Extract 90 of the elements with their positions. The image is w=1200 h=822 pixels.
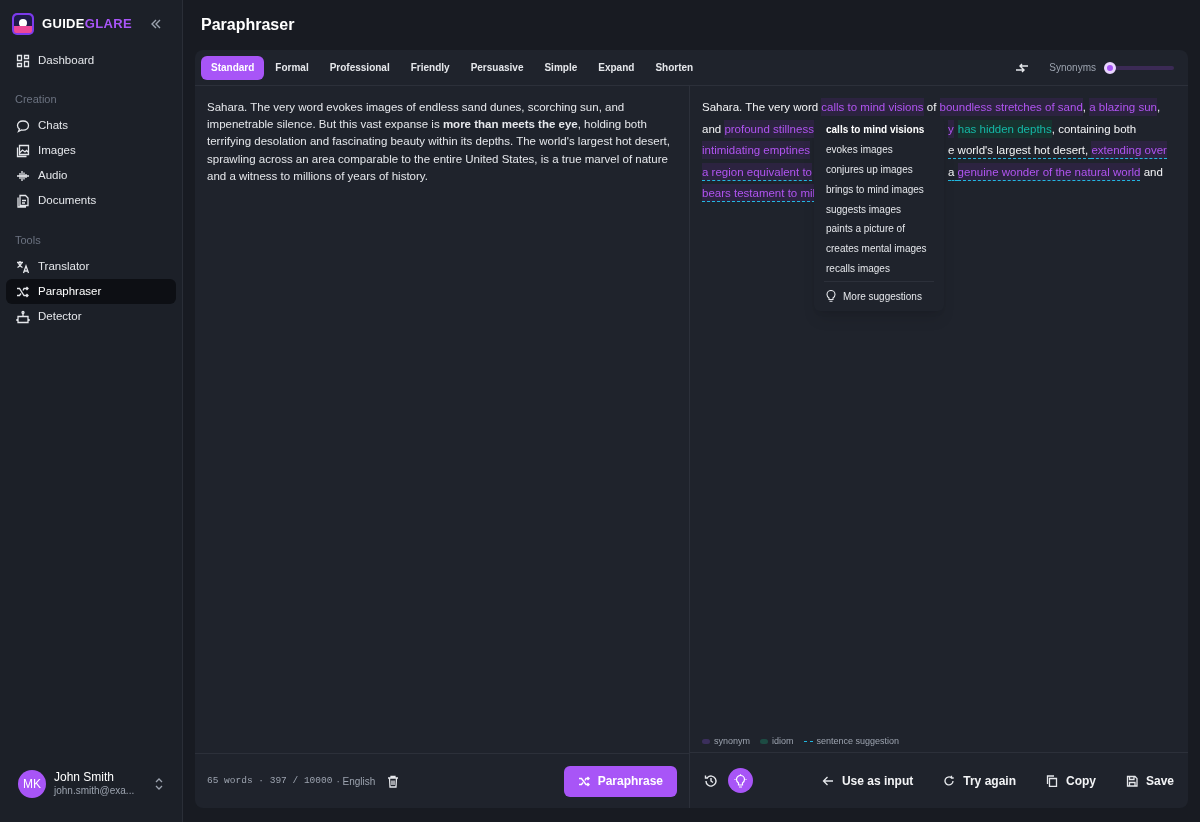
output-text: a — [948, 162, 958, 181]
user-avatar: MK — [18, 770, 46, 798]
slider-thumb[interactable] — [1104, 61, 1116, 74]
synonyms-slider[interactable] — [1104, 61, 1174, 74]
shuffle-icon — [577, 775, 590, 787]
sidebar-item[interactable]: Detector — [6, 304, 176, 329]
doc-icon — [16, 194, 30, 208]
synonym-highlight[interactable]: a blazing sun — [1089, 98, 1157, 116]
sidebar-item[interactable]: Images — [6, 138, 176, 164]
sidebar-item[interactable]: Chats — [6, 113, 176, 139]
idiom-highlight[interactable]: has hidden depths — [957, 119, 1052, 138]
synonym-highlight[interactable]: a region equivalent to — [702, 162, 812, 181]
sidebar-item[interactable]: Documents — [6, 188, 176, 214]
wave-icon — [16, 169, 30, 183]
page-title: Paraphraser — [200, 15, 296, 35]
legend-label: idiom — [772, 734, 794, 748]
history-icon[interactable] — [704, 773, 718, 788]
style-tab[interactable]: Shorten — [645, 55, 704, 80]
chat-icon — [16, 119, 30, 133]
style-tab[interactable]: Simple — [534, 55, 588, 80]
refresh-icon — [943, 774, 956, 787]
output-text: , — [1156, 100, 1161, 115]
lightbulb-icon — [826, 290, 836, 303]
action-button[interactable]: Use as input — [821, 771, 914, 790]
sidebar-item[interactable]: Translator — [6, 254, 176, 279]
expand-icon[interactable] — [154, 777, 164, 791]
trash-icon[interactable] — [387, 774, 400, 788]
output-text: , — [1082, 100, 1087, 115]
legend-label: sentence suggestion — [816, 734, 900, 748]
suggestion-item[interactable]: recalls images — [816, 258, 942, 279]
collapse-icon[interactable] — [150, 18, 162, 30]
synonym-highlight[interactable]: bears testament to mil — [702, 184, 816, 202]
suggestion-item[interactable]: conjures up images — [816, 159, 942, 180]
sidebar-item[interactable]: Dashboard — [6, 48, 176, 73]
section-heading: Creation — [14, 92, 58, 107]
suggestion-item[interactable]: suggests images — [816, 199, 942, 219]
style-tab[interactable]: Professional — [319, 55, 400, 80]
output-text: and — [1142, 164, 1163, 180]
synonym-highlight[interactable]: genuine wonder of the natural world — [957, 162, 1141, 181]
image-icon — [16, 144, 30, 158]
user-name: John Smith — [54, 770, 116, 786]
more-suggestions-item[interactable]: More suggestions — [816, 285, 942, 308]
synonym-highlight[interactable]: boundless stretches of sand — [939, 98, 1083, 116]
paraphrase-button[interactable]: Paraphrase — [563, 765, 677, 797]
style-tab[interactable]: Expand — [588, 55, 645, 80]
copy-icon — [1045, 774, 1058, 787]
arrow-icon — [821, 774, 834, 787]
suggestion-item[interactable]: calls to mind visions — [816, 120, 942, 140]
synonym-highlight[interactable]: y — [948, 119, 954, 138]
style-tab[interactable]: Standard — [201, 55, 265, 80]
style-tab[interactable]: Friendly — [400, 55, 460, 80]
logo-icon — [12, 13, 34, 35]
action-button[interactable]: Try again — [943, 771, 1016, 790]
brand-name: GUIDEGLARE — [42, 15, 132, 34]
action-button[interactable]: Copy — [1045, 771, 1096, 790]
style-tab[interactable]: Formal — [265, 55, 319, 80]
action-button[interactable]: Save — [1125, 771, 1174, 790]
dashed-line-swatch — [803, 741, 813, 742]
synonym-highlight[interactable]: extending over — [1091, 141, 1167, 159]
sidebar-item[interactable]: Audio — [6, 163, 176, 189]
suggestion-item[interactable]: paints a picture of — [816, 219, 942, 239]
save-icon — [1125, 774, 1138, 787]
suggestion-item[interactable]: evokes images — [816, 139, 942, 160]
output-text: , containing both — [1051, 121, 1137, 137]
synonym-highlight[interactable]: calls to mind visions — [821, 98, 924, 116]
section-heading: Tools — [14, 232, 42, 248]
grid-icon — [16, 53, 30, 68]
suggestions-toggle[interactable] — [728, 768, 753, 793]
lightbulb-icon — [734, 773, 747, 788]
sidebar-item[interactable]: Paraphraser — [6, 279, 176, 304]
robot-icon — [16, 309, 30, 324]
style-tab[interactable]: Persuasive — [460, 55, 534, 80]
swap-icon[interactable] — [1015, 61, 1030, 74]
suggestion-item[interactable]: creates mental images — [816, 238, 942, 259]
legend-label: synonym — [714, 734, 750, 748]
input-text[interactable]: Sahara. The very word evokes images of endless sand dunes, scorching sun, and impenetrable silence. But this vast expanse is more than meets the eye, holding both terrifying desolation and fascinating beauty within its depths. The world's largest hot desert, sprawling across an area comparable to the entire United States, is a true marvel of nature and a witness to millions of years of history. — [195, 86, 689, 753]
synonyms-label: Synonyms — [1049, 61, 1096, 75]
suggestion-item[interactable]: brings to mind images — [816, 179, 942, 200]
language-label: · English — [336, 774, 376, 789]
synonym-swatch — [702, 739, 710, 744]
shuffle-icon — [16, 284, 30, 299]
translate-icon — [16, 259, 30, 274]
word-count: 65 words · 397 / 10000 — [207, 773, 333, 788]
user-email: john.smith@exa... — [54, 785, 135, 798]
idiom-swatch — [760, 739, 768, 744]
synonym-highlight[interactable]: intimidating emptines — [702, 141, 811, 159]
synonym-highlight[interactable]: profound stillness — [724, 119, 814, 138]
output-text: Sahara. The very word — [702, 100, 820, 115]
output-text: of — [925, 100, 938, 115]
output-text: and — [702, 121, 723, 137]
